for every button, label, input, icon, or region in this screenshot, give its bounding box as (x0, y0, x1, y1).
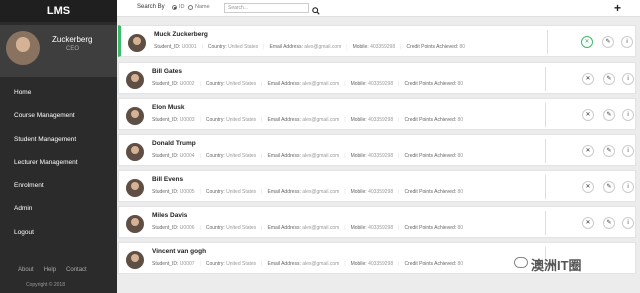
student-name: Vincent van gogh (152, 248, 207, 255)
student-card: Bill Gates Student_ID: U0002 | Country: Un… (118, 62, 636, 94)
edit-icon[interactable]: ✎ (602, 36, 614, 48)
copyright: Copyright © 2018 (26, 282, 65, 288)
avatar (126, 71, 144, 89)
search-by-label: Search By (137, 4, 165, 10)
student-info: Student_ID: U0001 | Country: United States… (154, 44, 466, 50)
student-card: Bill Evens Student_ID: U0005 | Country: Un… (118, 170, 636, 202)
about-link[interactable]: About (18, 267, 34, 273)
student-name: Miles Davis (152, 212, 188, 219)
info-icon[interactable]: i (622, 181, 634, 193)
contact-link[interactable]: Contact (66, 267, 87, 273)
avatar (126, 143, 144, 161)
student-info: Student_ID: U0002 | Country: United States… (152, 81, 464, 87)
info-icon[interactable]: i (622, 145, 634, 157)
student-name: Elon Musk (152, 104, 185, 111)
search-input[interactable] (224, 3, 309, 13)
info-icon[interactable]: i (622, 109, 634, 121)
search-icon (312, 7, 320, 15)
nav-menu: Home Course Management Student Managemen… (0, 81, 117, 244)
avatar (126, 251, 144, 269)
app-logo: LMS (0, 0, 117, 22)
student-card: Miles Davis Student_ID: U0006 | Country: U… (118, 206, 636, 238)
nav-item-lecturer-management[interactable]: Lecturer Management (0, 151, 117, 174)
watermark: 澳洲IT圈 (531, 258, 582, 273)
student-name: Muck Zuckerberg (154, 31, 208, 38)
remove-icon[interactable]: ✕ (582, 109, 594, 121)
edit-icon[interactable]: ✎ (603, 181, 615, 193)
help-link[interactable]: Help (44, 267, 56, 273)
wechat-icon (514, 257, 528, 268)
nav-item-logout[interactable]: Logout (0, 221, 117, 244)
radio-id[interactable] (172, 5, 177, 10)
avatar (126, 179, 144, 197)
radio-name[interactable] (188, 5, 193, 10)
profile-name: Zuckerberg (52, 35, 93, 44)
edit-icon[interactable]: ✎ (603, 109, 615, 121)
avatar (126, 107, 144, 125)
student-info: Student_ID: U0003 | Country: United States… (152, 117, 464, 123)
radio-id-label: ID (179, 4, 185, 10)
sidebar: LMS Zuckerberg CEO Home Course Managemen… (0, 0, 117, 293)
student-name: Bill Evens (152, 176, 184, 183)
profile-panel: Zuckerberg CEO (0, 25, 117, 77)
edit-icon[interactable]: ✎ (603, 145, 615, 157)
student-card: Elon Musk Student_ID: U0003 | Country: Uni… (118, 98, 636, 130)
student-info: Student_ID: U0004 | Country: United States… (152, 153, 464, 159)
nav-item-admin[interactable]: Admin (0, 197, 117, 220)
profile-role: CEO (66, 46, 80, 52)
remove-icon[interactable]: ✕ (582, 145, 594, 157)
student-info: Student_ID: U0005 | Country: United States… (152, 189, 464, 195)
student-name: Donald Trump (152, 140, 196, 147)
remove-icon[interactable]: ✕ (581, 36, 593, 48)
info-icon[interactable]: i (622, 73, 634, 85)
add-student-button[interactable]: + (614, 1, 621, 15)
edit-icon[interactable]: ✎ (603, 73, 615, 85)
footer-links: About Help Contact (18, 267, 87, 273)
info-icon[interactable]: i (622, 217, 634, 229)
remove-icon[interactable]: ✕ (582, 217, 594, 229)
edit-icon[interactable]: ✎ (603, 217, 615, 229)
remove-icon[interactable]: ✕ (582, 181, 594, 193)
avatar (128, 34, 146, 52)
top-bar: Search By ID Name + (117, 0, 640, 17)
nav-item-student-management[interactable]: Student Management (0, 128, 117, 151)
student-info: Student_ID: U0007 | Country: United States… (152, 261, 464, 267)
radio-name-label: Name (195, 4, 210, 10)
student-card: Muck Zuckerberg Student_ID: U0001 | Countr… (118, 25, 636, 57)
info-icon[interactable]: i (621, 36, 633, 48)
nav-item-home[interactable]: Home (0, 81, 117, 104)
avatar (126, 215, 144, 233)
student-card: Donald Trump Student_ID: U0004 | Country: … (118, 134, 636, 166)
remove-icon[interactable]: ✕ (582, 73, 594, 85)
nav-item-enrolment[interactable]: Enrolment (0, 174, 117, 197)
student-name: Bill Gates (152, 68, 182, 75)
nav-item-course-management[interactable]: Course Management (0, 104, 117, 127)
student-info: Student_ID: U0006 | Country: United States… (152, 225, 464, 231)
search-button[interactable] (310, 3, 322, 15)
avatar (6, 31, 40, 65)
